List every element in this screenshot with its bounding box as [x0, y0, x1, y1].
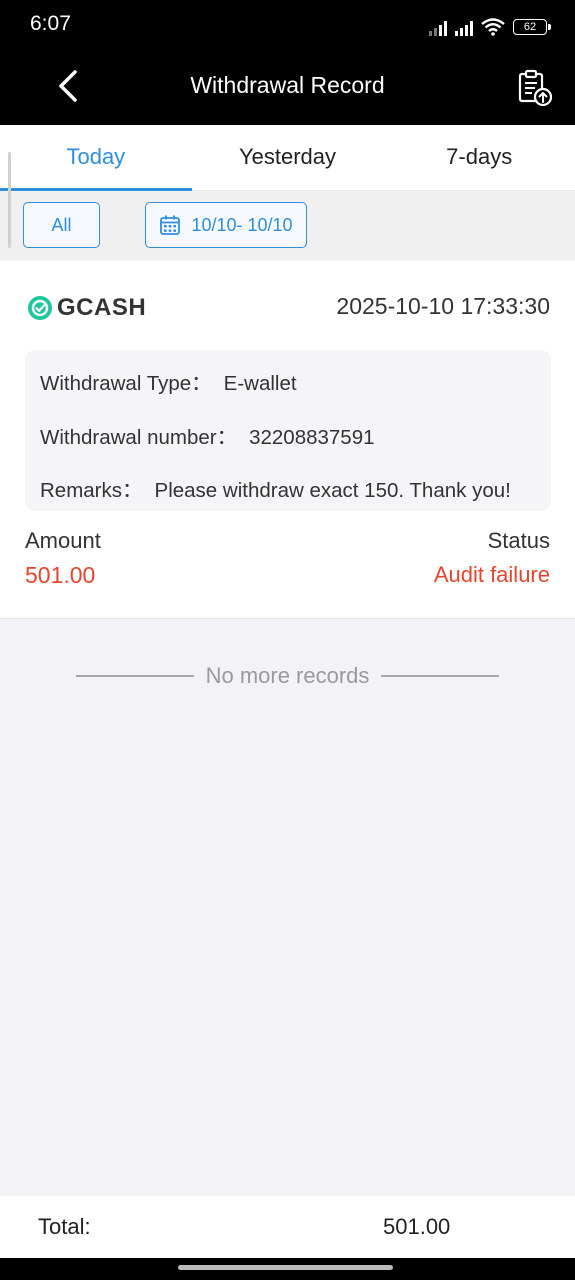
export-records-button[interactable]: [515, 68, 555, 108]
signal-icon: [429, 18, 447, 36]
date-range-button[interactable]: 10/10- 10/10: [145, 202, 307, 248]
type-filter-button[interactable]: All: [23, 202, 100, 248]
signal-icon: [455, 18, 473, 36]
filter-bar: All 10/10- 10/10: [0, 192, 575, 260]
date-range-label: 10/10- 10/10: [191, 214, 293, 235]
page-title: Withdrawal Record: [190, 72, 385, 98]
amount-label: Amount: [25, 528, 101, 553]
withdrawal-type-label: Withdrawal Type：: [40, 372, 212, 395]
total-label: Total:: [38, 1214, 91, 1239]
withdrawal-number-row: Withdrawal number： 32208837591: [40, 420, 375, 450]
date-tabs: Today Yesterday 7-days: [0, 125, 575, 191]
status-bar: 6:07 62: [0, 0, 575, 50]
gcash-logo-icon: [28, 296, 52, 320]
status-badge: Audit failure: [433, 562, 550, 587]
type-filter-label: All: [51, 214, 72, 235]
tab-yesterday[interactable]: Yesterday: [192, 125, 384, 190]
withdrawal-type-value: E-wallet: [223, 372, 297, 395]
calendar-icon: [160, 215, 181, 235]
scrollbar[interactable]: [8, 152, 11, 248]
divider: [381, 675, 500, 677]
total-value: 501.00: [383, 1214, 451, 1239]
withdrawal-record-card[interactable]: GCASH 2025-10-10 17:33:30 Withdrawal Typ…: [0, 261, 575, 619]
wifi-icon: [481, 18, 505, 36]
tab-today[interactable]: Today: [0, 125, 192, 191]
tab-7-days[interactable]: 7-days: [383, 125, 575, 190]
record-details: Withdrawal Type： E-wallet Withdrawal numb…: [25, 350, 551, 511]
amount-value: 501.00: [25, 562, 96, 588]
status-label: Status: [487, 528, 550, 553]
withdrawal-type-row: Withdrawal Type： E-wallet: [40, 366, 297, 396]
provider: GCASH: [27, 294, 146, 322]
withdrawal-number-value: 32208837591: [249, 426, 375, 449]
record-datetime: 2025-10-10 17:33:30: [336, 293, 550, 319]
provider-name: GCASH: [57, 294, 147, 321]
remarks-row: Remarks： Please withdraw exact 150. Thank…: [40, 473, 511, 503]
system-nav-bar: [0, 1258, 575, 1280]
clipboard-upload-icon: [518, 69, 553, 107]
app-header: Withdrawal Record: [0, 50, 575, 125]
battery-level: 62: [523, 21, 537, 33]
withdrawal-number-label: Withdrawal number：: [40, 426, 238, 449]
no-more-records-text: No more records: [205, 663, 370, 688]
remarks-value: Please withdraw exact 150. Thank you!: [154, 479, 511, 502]
remarks-label: Remarks：: [40, 479, 143, 502]
status-time: 6:07: [30, 12, 71, 35]
list-end-indicator: No more records: [0, 663, 575, 689]
divider: [75, 675, 194, 677]
status-icons: 62: [429, 14, 551, 36]
battery-icon: 62: [513, 19, 551, 35]
home-indicator[interactable]: [178, 1265, 393, 1270]
